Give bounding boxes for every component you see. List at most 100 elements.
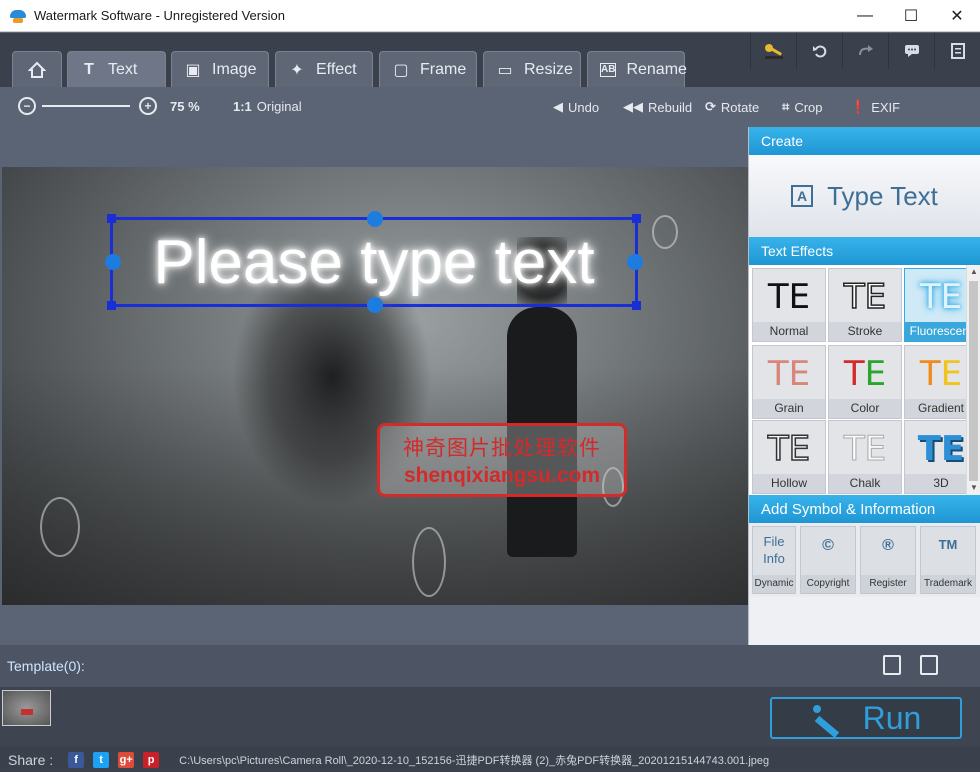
symbol-trademark-label: Trademark (921, 575, 975, 593)
feedback-button[interactable] (888, 33, 934, 69)
type-text-label: Type Text (827, 180, 938, 211)
resize-handle-bottom-right[interactable] (632, 301, 641, 310)
image-thumbnail[interactable] (2, 690, 51, 726)
symbol-copyright[interactable]: © Copyright (800, 526, 856, 594)
symbol-file-info[interactable]: File Info Dynamic (752, 526, 796, 594)
rotate-button[interactable]: ⟳ Rotate (705, 99, 759, 115)
scroll-up-icon[interactable]: ▲ (967, 265, 980, 279)
effect-stroke-preview: TE (843, 276, 887, 318)
text-panel: Create A Type Text Text Effects TE Norma… (748, 127, 980, 645)
manage-template-icon[interactable] (920, 655, 938, 675)
tab-effect[interactable]: ✦ Effect (275, 51, 373, 87)
resize-icon: ▭ (497, 61, 513, 79)
close-button[interactable]: ✕ (934, 0, 980, 32)
create-header: Create (749, 127, 980, 155)
resize-handle-left[interactable] (105, 254, 121, 270)
resize-handle-right[interactable] (627, 254, 643, 270)
effect-stroke-label: Stroke (829, 322, 901, 341)
facebook-icon[interactable]: f (68, 751, 85, 768)
copyright-icon: © (822, 537, 834, 554)
rename-icon: AB (600, 62, 617, 77)
effect-grain[interactable]: TE Grain (752, 345, 826, 419)
effect-normal-preview: TE (767, 277, 811, 317)
rotate-handle[interactable] (367, 211, 383, 227)
chat-icon (904, 45, 919, 57)
symbol-register[interactable]: ® Register (860, 526, 916, 594)
run-icon (811, 703, 841, 738)
twitter-icon[interactable]: t (93, 751, 110, 768)
app-logo-icon (10, 8, 26, 24)
effect-normal[interactable]: TE Normal (752, 268, 826, 342)
resize-handle-top-left[interactable] (107, 214, 116, 223)
tab-image[interactable]: ▣ Image (171, 51, 269, 87)
tab-effect-label: Effect (316, 60, 357, 78)
watermark-line-2: shenqixiangsu.com (403, 464, 601, 487)
undo-tool-button[interactable] (796, 33, 842, 69)
undo-button[interactable]: ◀ Undo (553, 99, 599, 115)
symbol-trademark[interactable]: TM Trademark (920, 526, 976, 594)
tab-frame-label: Frame (420, 60, 467, 78)
rebuild-button[interactable]: ◀◀ Rebuild (623, 99, 692, 115)
photo-preview[interactable]: Please type text 神奇图片批处理软件 shenqixiangsu… (2, 167, 748, 605)
symbol-header: Add Symbol & Information (749, 495, 980, 523)
zoom-slider[interactable] (42, 105, 130, 107)
effect-color[interactable]: TE Color (828, 345, 902, 419)
effect-hollow[interactable]: TE Hollow (752, 420, 826, 494)
text-effects-grid: TE Normal TE Stroke TE Fluorescent TE Gr… (749, 265, 980, 495)
rebuild-label: Rebuild (648, 99, 693, 115)
exif-icon: ❗ (850, 99, 867, 114)
type-text-button[interactable]: A Type Text (749, 155, 980, 237)
scroll-down-icon[interactable]: ▼ (967, 481, 980, 495)
pinterest-icon[interactable]: p (143, 751, 160, 768)
overlay-text[interactable]: Please type text (153, 227, 594, 298)
main-tab-bar: T Text ▣ Image ✦ Effect ▢ Frame ▭ Resize… (0, 33, 980, 87)
home-icon (28, 61, 46, 79)
effects-scrollbar[interactable]: ▲ ▼ (966, 265, 980, 495)
tab-resize[interactable]: ▭ Resize (483, 51, 581, 87)
crop-button[interactable]: ⌗ Crop (782, 99, 823, 115)
tab-home[interactable] (12, 51, 62, 87)
effect-chalk[interactable]: TE Chalk (828, 420, 902, 494)
status-bar: Share : f t g+ p C:\Users\pc\Pictures\Ca… (0, 747, 980, 772)
tab-frame[interactable]: ▢ Frame (379, 51, 477, 87)
undo-label: Undo (568, 99, 600, 115)
effect-normal-label: Normal (753, 322, 825, 341)
original-size-button[interactable]: 1:1 Original (233, 99, 302, 114)
rotate-label: Rotate (720, 99, 760, 115)
redo-tool-button[interactable] (842, 33, 888, 69)
frame-icon: ▢ (393, 61, 409, 79)
image-icon: ▣ (185, 61, 201, 79)
minimize-button[interactable]: — (842, 0, 888, 32)
menu-button[interactable] (934, 33, 980, 69)
run-button[interactable]: Run (770, 697, 962, 739)
tab-text[interactable]: T Text (67, 51, 166, 87)
tab-image-label: Image (212, 60, 257, 78)
resize-handle-bottom-left[interactable] (107, 301, 116, 310)
register-key-button[interactable] (750, 33, 796, 69)
save-template-icon[interactable] (883, 655, 901, 675)
site-watermark: 神奇图片批处理软件 shenqixiangsu.com (377, 423, 627, 497)
file-path: C:\Users\pc\Pictures\Camera Roll\_2020-1… (179, 754, 770, 767)
undo-arrow-icon: ◀ (553, 99, 563, 114)
redo-icon (858, 45, 873, 56)
effect-grain-preview: TE (767, 354, 811, 394)
effect-stroke[interactable]: TE Stroke (828, 268, 902, 342)
google-plus-icon[interactable]: g+ (118, 751, 135, 768)
exif-button[interactable]: ❗ EXIF (850, 99, 900, 115)
file-info-glyph: File Info (763, 534, 785, 566)
tab-text-label: Text (108, 60, 138, 78)
type-text-icon: A (791, 185, 814, 207)
effect-color-label: Color (829, 399, 901, 418)
scroll-thumb[interactable] (969, 281, 978, 481)
resize-handle-bottom[interactable] (367, 297, 383, 313)
tab-rename[interactable]: AB Rename (587, 51, 687, 87)
rotate-icon: ⟳ (705, 99, 716, 114)
zoom-out-icon[interactable]: − (18, 97, 36, 115)
text-selection-box[interactable]: Please type text (105, 211, 643, 313)
maximize-button[interactable]: ☐ (888, 0, 934, 32)
symbol-register-label: Register (861, 575, 915, 593)
zoom-in-icon[interactable]: + (139, 97, 157, 115)
crop-icon: ⌗ (782, 99, 790, 114)
watermark-line-1: 神奇图片批处理软件 (403, 437, 601, 460)
resize-handle-top-right[interactable] (632, 214, 641, 223)
